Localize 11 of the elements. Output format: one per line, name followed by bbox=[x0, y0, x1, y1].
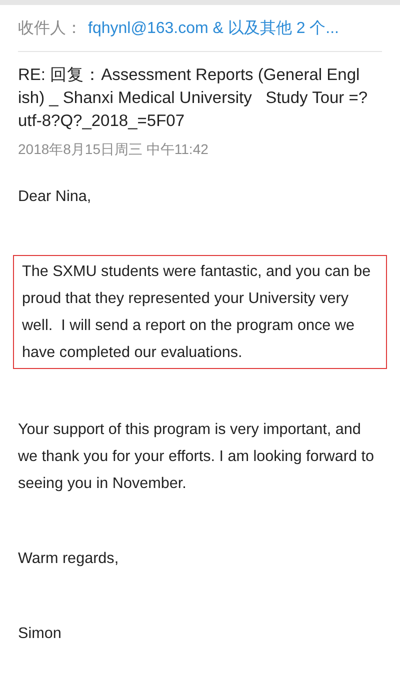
subject-line: RE: 回复：Assessment Reports (General Engl bbox=[18, 65, 361, 86]
recipient-link[interactable]: fqhynl@163.com & 以及其他 2 个... bbox=[88, 18, 339, 38]
email-paragraph: Your support of this program is very important, and we thank you for your efforts. I am looking forward to seeing you in November. bbox=[18, 420, 375, 494]
email-paragraph: Simon bbox=[18, 624, 62, 644]
email-date: 2018年8月15日周三 中午11:42 bbox=[17, 140, 210, 159]
recipient-label: 收件人： bbox=[18, 18, 82, 38]
subject-line: utf-8?Q?_2018_=5F07 bbox=[18, 111, 186, 132]
subject-line: ish) _ Shanxi Medical University Study Tour =? bbox=[18, 88, 369, 109]
highlighted-paragraph: The SXMU students were fantastic, and you can be proud that they represented your University very well. I will send a report on the program once we have completed our evaluations. bbox=[14, 256, 386, 368]
email-paragraph: Warm regards, bbox=[18, 549, 120, 569]
email-paragraph: Dear Nina, bbox=[18, 187, 92, 207]
